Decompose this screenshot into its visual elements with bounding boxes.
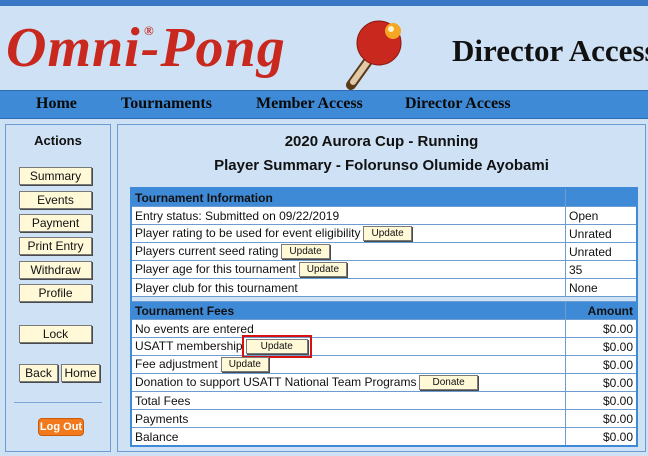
registered-mark: ®	[144, 23, 154, 38]
balance-amount: $0.00	[565, 427, 638, 447]
tournament-title: 2020 Aurora Cup - Running	[284, 133, 479, 150]
sidebar-divider	[14, 402, 102, 403]
profile-button[interactable]: Profile	[19, 284, 92, 302]
table-row: Payments $0.00	[130, 409, 638, 428]
lock-button[interactable]: Lock	[19, 325, 92, 343]
table-row: Donation to support USATT National Team …	[130, 373, 638, 392]
no-events-amount: $0.00	[565, 319, 638, 338]
nav-director-access[interactable]: Director Access	[405, 95, 511, 113]
donation-amount: $0.00	[565, 373, 638, 392]
header: Omni-Pong ® Director Access	[0, 6, 648, 90]
donation-label: Donation to support USATT National Team …	[135, 375, 417, 389]
actions-title: Actions	[34, 133, 82, 148]
table-row: Player age for this tournament Update 35	[130, 260, 638, 279]
table-row: Entry status: Submitted on 09/22/2019 Op…	[130, 206, 638, 225]
usatt-membership-amount: $0.00	[565, 337, 638, 356]
update-usatt-membership-button[interactable]: Update	[241, 335, 312, 358]
amount-header: Amount	[565, 301, 638, 320]
info-header-row: Tournament Information	[130, 187, 638, 207]
actions-sidebar: Actions Summary Events Payment Print Ent…	[5, 124, 111, 452]
tournament-fees-header: Tournament Fees	[130, 301, 566, 320]
fee-adjustment-cell: Fee adjustment Update	[130, 355, 566, 374]
player-club-label: Player club for this tournament	[130, 278, 566, 297]
logout-button[interactable]: Log Out	[38, 418, 84, 436]
entry-status-value: Open	[565, 206, 638, 225]
fee-adjustment-label: Fee adjustment	[135, 357, 218, 371]
table-row: Player rating to be used for event eligi…	[130, 224, 638, 243]
update-eligibility-rating-button[interactable]: Update	[363, 226, 412, 241]
table-row: Player club for this tournament None	[130, 278, 638, 297]
back-button[interactable]: Back	[19, 364, 58, 382]
nav-bar: Home Tournaments Member Access Director …	[0, 90, 648, 119]
player-club-value: None	[565, 278, 638, 297]
home-button[interactable]: Home	[61, 364, 100, 382]
ping-pong-paddle-icon	[346, 20, 402, 90]
update-age-button[interactable]: Update	[298, 262, 348, 277]
eligibility-rating-cell: Player rating to be used for event eligi…	[130, 224, 566, 243]
withdraw-button[interactable]: Withdraw	[19, 261, 92, 279]
events-button[interactable]: Events	[19, 191, 92, 209]
page-title: Director Access	[452, 33, 648, 68]
table-row: Fee adjustment Update $0.00	[130, 355, 638, 374]
player-age-label: Player age for this tournament	[135, 262, 296, 276]
tournament-info-header: Tournament Information	[130, 187, 566, 207]
summary-button[interactable]: Summary	[19, 167, 92, 185]
seed-rating-cell: Players current seed rating Update	[130, 242, 566, 261]
nav-home[interactable]: Home	[36, 95, 77, 113]
donation-cell: Donation to support USATT National Team …	[130, 373, 566, 392]
payment-button[interactable]: Payment	[19, 214, 92, 232]
player-age-value: 35	[565, 260, 638, 279]
print-entry-button[interactable]: Print Entry	[19, 237, 92, 255]
no-events-label: No events are entered	[130, 319, 566, 338]
total-fees-amount: $0.00	[565, 391, 638, 410]
fee-adjustment-amount: $0.00	[565, 355, 638, 374]
balance-label: Balance	[130, 427, 566, 447]
seed-rating-value: Unrated	[565, 242, 638, 261]
table-row: Total Fees $0.00	[130, 391, 638, 410]
payments-label: Payments	[130, 409, 566, 428]
main-panel: 2020 Aurora Cup - Running Player Summary…	[117, 124, 646, 452]
donate-button[interactable]: Donate	[419, 375, 478, 390]
tournament-info-header-blank	[565, 187, 638, 207]
seed-rating-label: Players current seed rating	[135, 244, 279, 258]
nav-member-access[interactable]: Member Access	[256, 95, 363, 113]
eligibility-rating-label: Player rating to be used for event eligi…	[135, 226, 361, 240]
summary-table: Tournament Information Entry status: Sub…	[130, 187, 638, 447]
usatt-membership-label: USATT membership	[135, 339, 243, 353]
table-row: USATT membership Update $0.00	[130, 335, 638, 358]
nav-tournaments[interactable]: Tournaments	[121, 95, 212, 113]
total-fees-label: Total Fees	[130, 391, 566, 410]
eligibility-rating-value: Unrated	[565, 224, 638, 243]
fees-header-row: Tournament Fees Amount	[130, 301, 638, 320]
player-age-cell: Player age for this tournament Update	[130, 260, 566, 279]
table-row: Balance $0.00	[130, 427, 638, 447]
payments-amount: $0.00	[565, 409, 638, 428]
player-summary-title: Player Summary - Folorunso Olumide Ayoba…	[214, 157, 549, 174]
entry-status-label: Entry status: Submitted on 09/22/2019	[130, 206, 566, 225]
update-fee-adjustment-button[interactable]: Update	[220, 357, 269, 372]
table-row: No events are entered $0.00	[130, 319, 638, 338]
usatt-membership-cell: USATT membership Update	[130, 335, 566, 358]
update-seed-rating-button[interactable]: Update	[281, 244, 330, 259]
table-row: Players current seed rating Update Unrate…	[130, 242, 638, 261]
